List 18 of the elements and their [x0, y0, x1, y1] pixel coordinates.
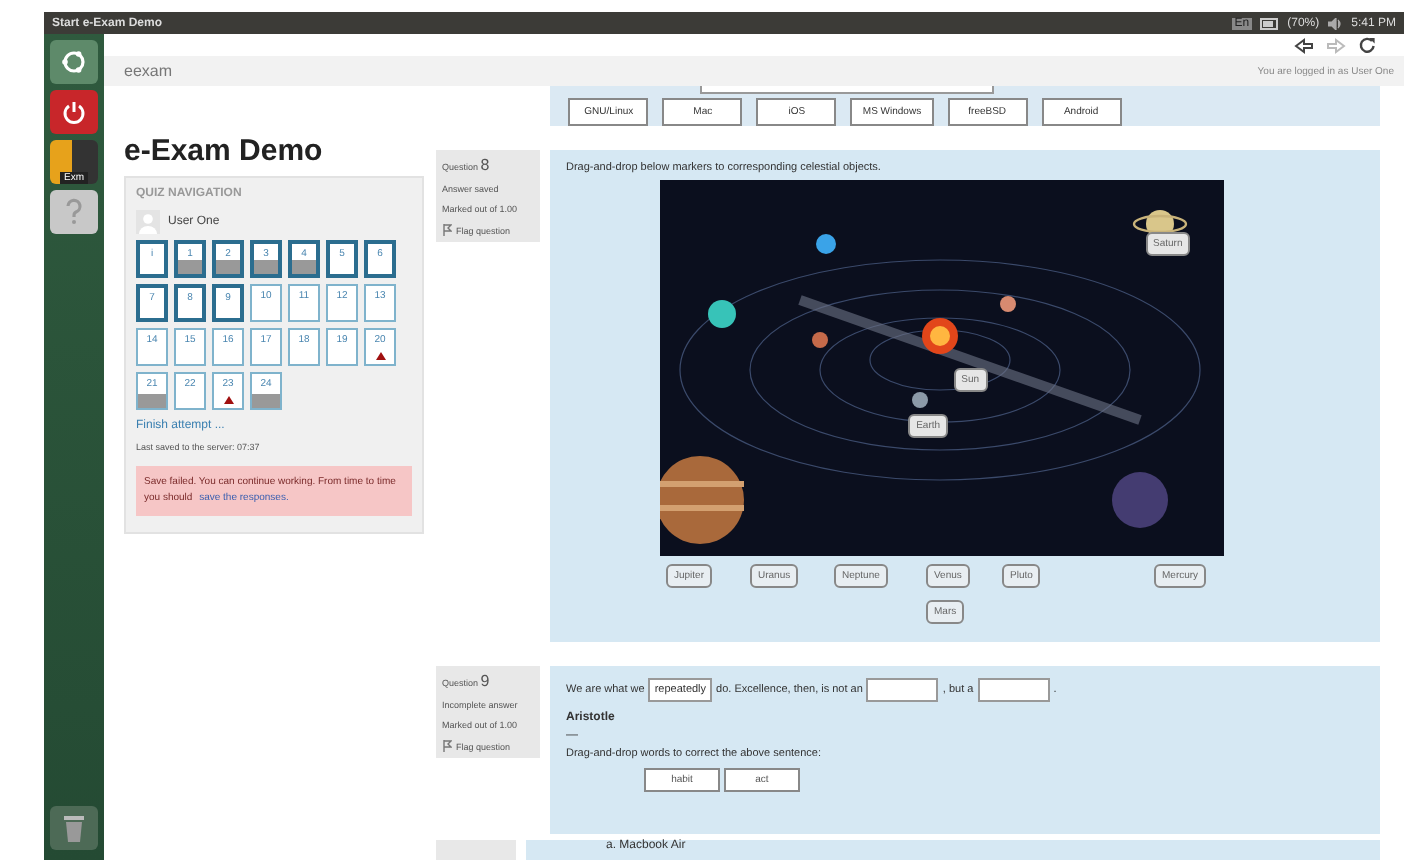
user-avatar-icon [136, 210, 160, 234]
page-title: e-Exam Demo [124, 134, 325, 168]
shutdown-button[interactable] [50, 90, 98, 134]
reload-icon[interactable] [1358, 36, 1376, 54]
question-mark-icon [62, 198, 86, 226]
drop-box[interactable] [977, 678, 1050, 702]
back-arrow-icon[interactable] [1294, 37, 1314, 53]
battery-icon[interactable] [1259, 17, 1280, 29]
ubuntu-logo-icon [60, 48, 88, 76]
power-icon [60, 98, 88, 126]
flag-icon[interactable] [442, 224, 452, 236]
trash-button[interactable] [50, 806, 98, 850]
flag-icon[interactable] [442, 740, 452, 752]
volume-icon[interactable] [1327, 17, 1344, 29]
drop-box[interactable] [866, 678, 939, 702]
site-name[interactable]: eexam [124, 62, 173, 80]
dash-button[interactable] [50, 40, 98, 84]
trash-icon [62, 812, 86, 844]
